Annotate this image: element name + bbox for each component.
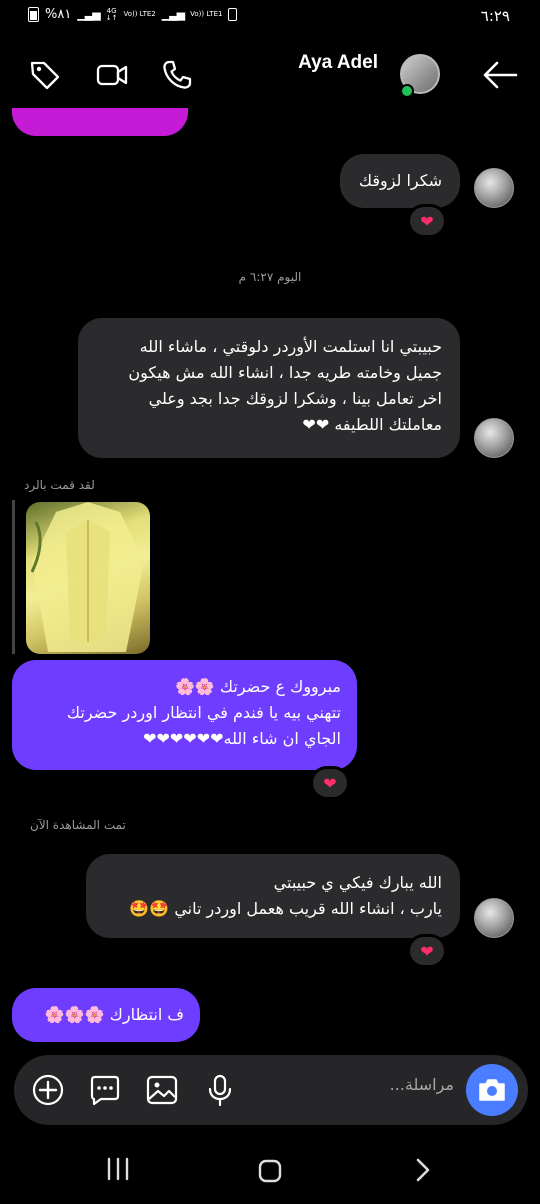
volte-indicator-2: Vo)) LTE2 <box>123 10 156 18</box>
heart-reaction[interactable]: ❤ <box>310 766 350 800</box>
reply-quote-bar <box>12 500 15 654</box>
contact-name[interactable]: Aya Adel <box>298 52 378 74</box>
message-text-line: الجاي ان شاء الله❤❤❤❤❤❤ <box>143 729 341 748</box>
photo-garment-illustration <box>30 502 144 652</box>
status-icons: %٨١ ▁▃▅ 4G ↓↑ Vo)) LTE2 ▁▃▅ Vo)) LTE1 <box>28 6 238 22</box>
message-text-line: حبيبتي انا استلمت الأوردر دلوقتي ، ماشاء… <box>139 337 442 356</box>
partial-message-bubble[interactable] <box>12 108 188 136</box>
network-type: 4G ↓↑ <box>105 6 118 22</box>
gallery-icon[interactable] <box>144 1072 180 1108</box>
heart-icon: ❤ <box>323 773 337 793</box>
recent-apps-icon[interactable] <box>104 1156 132 1182</box>
battery-icon <box>28 7 39 22</box>
battery-level: %٨١ <box>45 7 72 22</box>
signal-icon-2: ▁▃▅ <box>161 8 185 21</box>
status-bar: %٨١ ▁▃▅ 4G ↓↑ Vo)) LTE2 ▁▃▅ Vo)) LTE1 ٦:٢… <box>0 0 540 36</box>
online-status-indicator <box>400 84 414 98</box>
message-input[interactable]: مراسلة... <box>390 1075 454 1094</box>
message-bubble-received[interactable]: شكرا لزوقك <box>340 154 460 208</box>
home-icon[interactable] <box>256 1158 284 1184</box>
message-text-line: اخر تعامل بينا ، وشكرا لزوقك جدا بجد وعل… <box>148 389 442 408</box>
heart-reaction[interactable]: ❤ <box>407 934 447 968</box>
message-text: ف انتظارك 🌸🌸🌸 <box>44 1005 184 1024</box>
seen-status: تمت المشاهدة الآن <box>30 818 126 832</box>
chat-header: Aya Adel <box>0 40 540 110</box>
date-separator: اليوم ٦:٢٧ م <box>238 270 302 284</box>
message-bubble-received[interactable]: الله يبارك فيكي ي حبيبتي يارب ، انشاء ال… <box>86 854 460 938</box>
message-text: شكرا لزوقك <box>358 171 442 190</box>
reply-label: لقد قمت بالرد <box>24 478 95 492</box>
tag-icon[interactable] <box>28 58 62 92</box>
camera-icon <box>479 1079 505 1101</box>
message-text-line: معاملتك اللطيفه ❤❤ <box>302 415 442 434</box>
sender-avatar <box>474 418 514 458</box>
replied-photo[interactable] <box>26 502 150 654</box>
volte-indicator-1: Vo)) LTE1 <box>190 10 223 18</box>
system-nav-bar <box>0 1134 540 1204</box>
back-arrow-icon[interactable] <box>482 60 518 90</box>
signal-icon: ▁▃▅ <box>77 8 100 21</box>
plus-circle-icon[interactable] <box>30 1072 66 1108</box>
message-bubble-sent[interactable]: ف انتظارك 🌸🌸🌸 <box>12 988 200 1042</box>
sim-icon <box>228 8 238 21</box>
clock: ٦:٢٩ <box>480 7 510 25</box>
message-text-line: تتهني بيه يا فندم في انتظار اوردر حضرتك <box>66 703 341 722</box>
heart-reaction[interactable]: ❤ <box>407 204 447 238</box>
message-text-line: مبرووك ع حضرتك 🌸🌸 <box>174 677 341 696</box>
message-text-line: يارب ، انشاء الله قريب هعمل اوردر تاني 🤩… <box>129 899 442 918</box>
camera-button[interactable] <box>466 1064 518 1116</box>
message-composer: مراسلة... <box>14 1055 528 1125</box>
message-bubble-sent[interactable]: مبرووك ع حضرتك 🌸🌸 تتهني بيه يا فندم في ا… <box>12 660 357 770</box>
microphone-icon[interactable] <box>202 1072 238 1108</box>
chat-bubble-icon[interactable] <box>87 1072 123 1108</box>
sender-avatar <box>474 168 514 208</box>
back-nav-icon[interactable] <box>408 1156 436 1184</box>
message-text-line: جميل وخامته طريه جدا ، انشاء الله مش هيك… <box>128 363 442 382</box>
message-text-line: الله يبارك فيكي ي حبيبتي <box>273 873 442 892</box>
phone-icon[interactable] <box>160 58 194 92</box>
heart-icon: ❤ <box>420 941 434 961</box>
heart-icon: ❤ <box>420 211 434 231</box>
message-bubble-received[interactable]: حبيبتي انا استلمت الأوردر دلوقتي ، ماشاء… <box>78 318 460 458</box>
sender-avatar <box>474 898 514 938</box>
video-icon[interactable] <box>95 58 129 92</box>
